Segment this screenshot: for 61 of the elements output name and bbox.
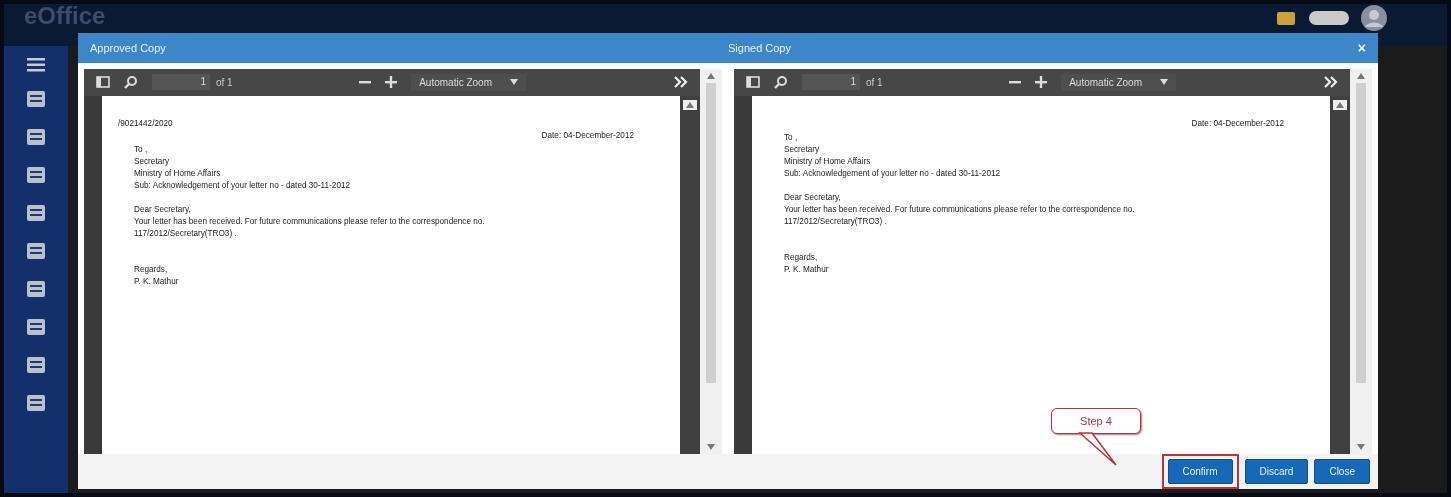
page-number-field[interactable]: 1 bbox=[152, 74, 210, 91]
letter-line: P. K. Mathur bbox=[134, 275, 180, 288]
search-icon[interactable] bbox=[774, 75, 788, 90]
scroll-up-icon[interactable] bbox=[1357, 72, 1365, 79]
letter-line: Dear Secretary, bbox=[134, 203, 192, 216]
app-logo: eOffice bbox=[24, 4, 106, 30]
scroll-up-icon[interactable] bbox=[1333, 99, 1347, 110]
letter-line: Regards, bbox=[134, 263, 169, 276]
letter-line: Your letter has been received. For future communications please refer to the correspondence no. bbox=[784, 203, 1136, 216]
more-tools-icon[interactable] bbox=[674, 76, 688, 89]
dropdown-arrow-icon[interactable] bbox=[1160, 79, 1168, 86]
scrollbar[interactable] bbox=[1350, 68, 1372, 454]
more-tools-icon[interactable] bbox=[1324, 76, 1338, 89]
pane-title: Approved Copy bbox=[90, 41, 167, 54]
letter-line: Ministry of Home Affairs bbox=[784, 155, 872, 168]
sidebar-toggle-icon[interactable] bbox=[96, 76, 110, 89]
action-button[interactable]: Confirm bbox=[1167, 459, 1233, 484]
zoom-select[interactable]: Automatic Zoom bbox=[1061, 73, 1176, 91]
dropdown-arrow-icon[interactable] bbox=[510, 79, 518, 86]
zoom-in-icon[interactable] bbox=[1035, 76, 1048, 89]
letter-line: Sub: Acknowledgement of your letter no - dated 30-11-2012 bbox=[134, 179, 352, 192]
letter-line: 117/2012/Secretary(TRO3) . bbox=[134, 227, 238, 240]
scrollbar[interactable] bbox=[1330, 95, 1350, 454]
letter-line: Dear Secretary, bbox=[784, 191, 842, 204]
letter-line: Ministry of Home Affairs bbox=[134, 167, 222, 180]
letter-line: To , bbox=[134, 143, 149, 156]
scroll-up-icon[interactable] bbox=[707, 72, 715, 79]
letter-line: Regards, bbox=[784, 251, 819, 264]
zoom-select[interactable]: Automatic Zoom bbox=[411, 73, 526, 91]
menu-icon[interactable] bbox=[27, 58, 45, 72]
letter-date: Date: 04-December-2012 bbox=[540, 129, 635, 142]
pane-title: Signed Copy bbox=[728, 41, 792, 54]
close-button[interactable]: × bbox=[1357, 41, 1366, 55]
zoom-in-icon[interactable] bbox=[385, 76, 398, 89]
reference-number: /9021442/2020 bbox=[118, 117, 174, 130]
letter-line: Sub: Acknowledgement of your letter no - dated 30-11-2012 bbox=[784, 167, 1002, 180]
avatar-icon[interactable] bbox=[1361, 5, 1387, 31]
scroll-up-icon[interactable] bbox=[683, 99, 697, 110]
scrollbar[interactable] bbox=[700, 68, 722, 454]
page-number-field[interactable]: 1 bbox=[802, 74, 860, 91]
letter-line: P. K. Mathur bbox=[784, 263, 830, 276]
letter-date: Date: 04-December-2012 bbox=[1190, 117, 1285, 130]
letter-line: Secretary bbox=[784, 143, 821, 156]
status-toggle[interactable] bbox=[1309, 11, 1349, 25]
scrollbar-thumb[interactable] bbox=[706, 82, 716, 383]
letter-line: Secretary bbox=[134, 155, 171, 168]
scroll-down-icon[interactable] bbox=[707, 444, 715, 450]
page-count: of 1 bbox=[866, 76, 883, 88]
scroll-down-icon[interactable] bbox=[1357, 444, 1365, 450]
letter-line: To , bbox=[784, 131, 799, 144]
action-button[interactable]: Discard bbox=[1244, 459, 1309, 484]
scrollbar-thumb[interactable] bbox=[1356, 82, 1366, 383]
letter-line: Your letter has been received. For future communications please refer to the correspondence no. bbox=[134, 215, 486, 228]
scrollbar[interactable] bbox=[680, 95, 700, 454]
callout-pointer[interactable] bbox=[1078, 432, 1118, 466]
action-button[interactable]: Close bbox=[1314, 459, 1370, 484]
sidebar-toggle-icon[interactable] bbox=[746, 76, 760, 89]
search-icon[interactable] bbox=[124, 75, 138, 90]
page-count: of 1 bbox=[216, 76, 233, 88]
callout-label: Step 4 bbox=[1051, 408, 1141, 434]
letter-line: 117/2012/Secretary(TRO3) . bbox=[784, 215, 888, 228]
